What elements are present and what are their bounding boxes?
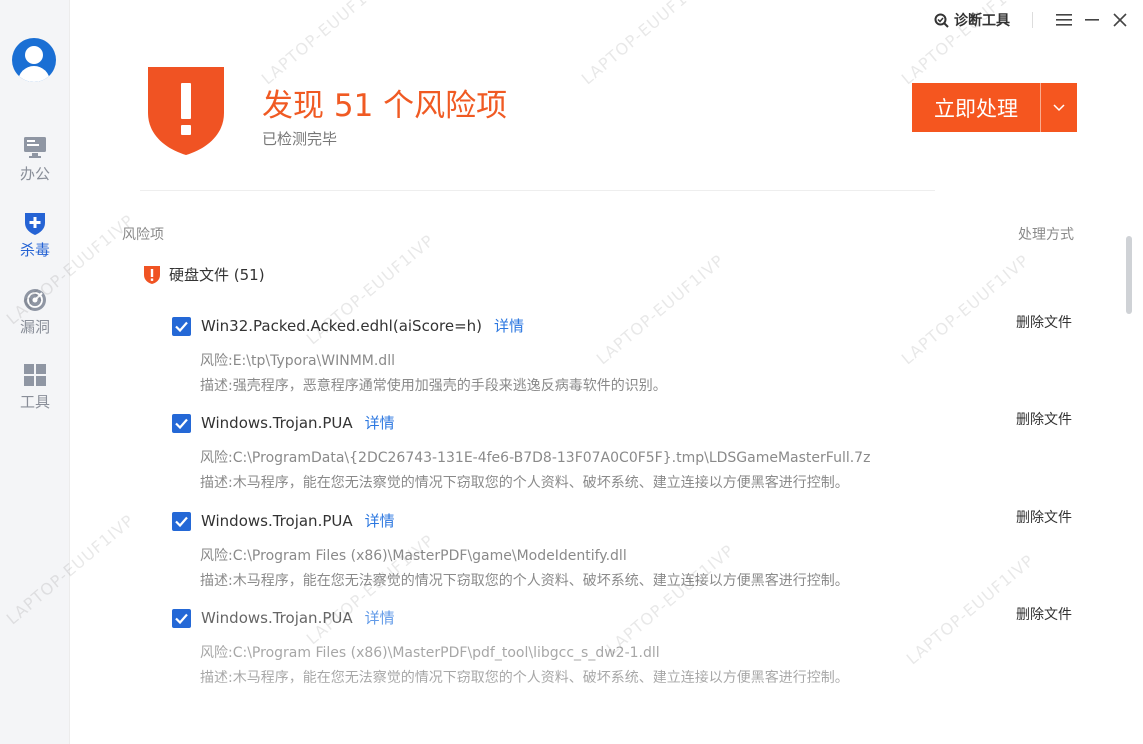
process-now-button[interactable]: 立即处理 (912, 83, 1077, 132)
nav-item-office[interactable]: 办公 (0, 134, 70, 184)
threat-name: Windows.Trojan.PUA (201, 414, 353, 432)
threat-path: 风险:C:\Program Files (x86)\MasterPDF\game… (200, 548, 627, 564)
threat-description: 描述:木马程序，能在您无法察觉的情况下窃取您的个人资料、破坏系统、建立连接以方便… (200, 475, 849, 491)
scrollbar-thumb[interactable] (1126, 236, 1132, 314)
delete-file-action[interactable]: 删除文件 (1016, 507, 1072, 527)
checkmark-icon (175, 516, 188, 528)
diagnose-tools-label: 诊断工具 (954, 13, 1010, 29)
checkmark-icon (175, 321, 188, 333)
monitor-icon (24, 137, 46, 158)
group-hard-disk-files[interactable]: 硬盘文件 (51) (143, 264, 265, 285)
scan-status: 已检测完毕 (262, 130, 338, 148)
header-divider (140, 190, 935, 191)
delete-file-action[interactable]: 删除文件 (1016, 312, 1072, 332)
process-now-label: 立即处理 (934, 96, 1018, 121)
list-item: Windows.Trojan.PUA 详情 风险:C:\ProgramData\{… (0, 409, 1100, 506)
threat-name: Windows.Trojan.PUA (201, 512, 353, 530)
details-link[interactable]: 详情 (494, 317, 524, 335)
menu-icon (1056, 14, 1072, 26)
process-options-dropdown[interactable] (1041, 83, 1077, 132)
item-checkbox[interactable] (172, 317, 191, 336)
watermark: LAPTOP-EUUF1IVP (257, 0, 393, 89)
warning-shield-icon (148, 67, 224, 155)
group-label: 硬盘文件 (51) (169, 266, 265, 284)
menu-button[interactable] (1053, 9, 1075, 31)
close-button[interactable] (1109, 9, 1131, 31)
radar-icon (24, 289, 46, 311)
page-title: 发现 51 个风险项 (262, 88, 508, 124)
threat-name: Win32.Packed.Acked.edhl(aiScore=h) (201, 317, 483, 335)
details-link[interactable]: 详情 (365, 414, 395, 432)
threat-name: Windows.Trojan.PUA (201, 609, 353, 627)
window-controls: 诊断工具 (934, 8, 1143, 32)
item-name-row: Windows.Trojan.PUA 详情 (201, 510, 395, 531)
checkmark-icon (175, 418, 188, 430)
shield-plus-icon (25, 213, 45, 235)
minimize-icon (1085, 19, 1099, 21)
nav-item-antivirus[interactable]: 杀毒 (0, 210, 70, 260)
warning-shield-small-icon (144, 265, 160, 284)
nav-label-office: 办公 (19, 165, 50, 183)
threat-description: 描述:强壳程序，恶意程序通常使用加强壳的手段来逃逸反病毒软件的识别。 (200, 378, 667, 394)
item-name-row: Win32.Packed.Acked.edhl(aiScore=h) 详情 (201, 315, 524, 336)
checkmark-icon (175, 613, 188, 625)
watermark: LAPTOP-EUUF1IVP (577, 0, 713, 89)
diagnose-tools-button[interactable]: 诊断工具 (934, 10, 1010, 30)
delete-file-action[interactable]: 删除文件 (1016, 409, 1072, 429)
item-checkbox[interactable] (172, 414, 191, 433)
item-checkbox[interactable] (172, 609, 191, 628)
item-name-row: Windows.Trojan.PUA 详情 (201, 412, 395, 433)
threat-description: 描述:木马程序，能在您无法察觉的情况下窃取您的个人资料、破坏系统、建立连接以方便… (200, 573, 849, 589)
minimize-button[interactable] (1081, 9, 1103, 31)
list-bottom-fade (70, 682, 1120, 744)
column-header-risk: 风险项 (122, 227, 164, 243)
item-name-row: Windows.Trojan.PUA 详情 (201, 607, 395, 628)
details-link[interactable]: 详情 (365, 512, 395, 530)
threat-path: 风险:C:\Program Files (x86)\MasterPDF\pdf_… (200, 645, 660, 661)
diagnose-icon (934, 13, 949, 28)
close-icon (1113, 13, 1127, 27)
nav-label-antivirus: 杀毒 (19, 241, 50, 259)
user-avatar[interactable] (12, 38, 56, 82)
list-item: Windows.Trojan.PUA 详情 风险:C:\Program Files… (0, 507, 1100, 604)
details-link[interactable]: 详情 (365, 609, 395, 627)
threat-path: 风险:C:\ProgramData\{2DC26743-131E-4fe6-B7… (200, 450, 871, 466)
column-header-action: 处理方式 (1018, 227, 1074, 243)
list-item: Win32.Packed.Acked.edhl(aiScore=h) 详情 风险:… (0, 312, 1100, 409)
delete-file-action[interactable]: 删除文件 (1016, 604, 1072, 624)
threat-path: 风险:E:\tp\Typora\WINMM.dll (200, 353, 395, 369)
item-checkbox[interactable] (172, 512, 191, 531)
toolbar-separator (1032, 12, 1033, 28)
chevron-down-icon (1053, 103, 1065, 111)
